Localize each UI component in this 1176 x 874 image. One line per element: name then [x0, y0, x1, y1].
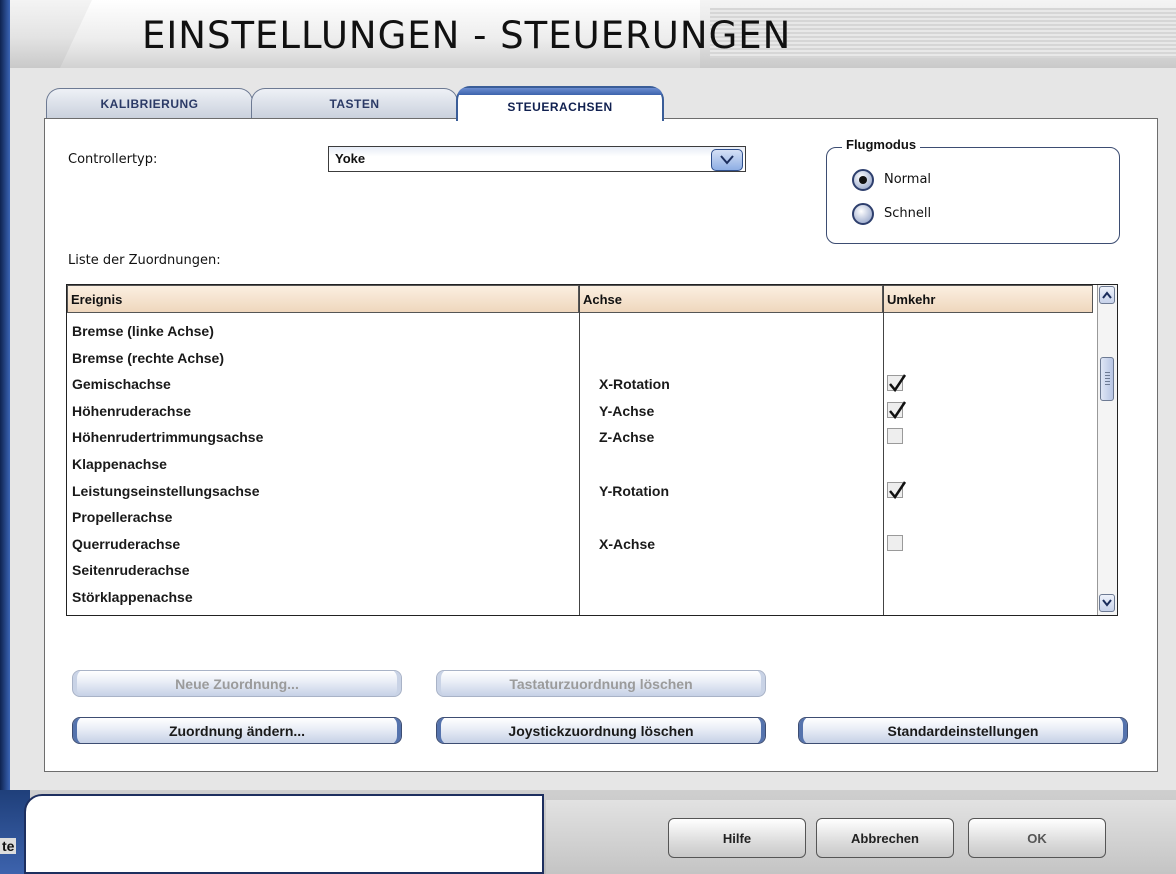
checkmark-icon [889, 401, 907, 419]
window-title: EINSTELLUNGEN - STEUERUNGEN [142, 14, 792, 57]
event-cell: Leistungseinstellungsachse [72, 482, 260, 499]
taskbar-text-fragment: te [0, 838, 17, 854]
change-mapping-button[interactable]: Zuordnung ändern... [72, 717, 402, 744]
defaults-button[interactable]: Standardeinstellungen [798, 717, 1128, 744]
axis-cell: X-Rotation [599, 376, 670, 393]
event-cell: Bremse (rechte Achse) [72, 349, 224, 366]
mapping-table: Ereignis Achse Umkehr Bremse (linke Achs… [66, 284, 1118, 616]
new-mapping-button[interactable]: Neue Zuordnung... [72, 670, 402, 697]
table-row[interactable]: Höhenruderachse Y-Achse [67, 399, 1097, 425]
axis-cell: Z-Achse [599, 429, 655, 446]
radio-normal[interactable] [852, 169, 874, 191]
controller-type-value: Yoke [335, 151, 366, 166]
event-cell: Querruderachse [72, 535, 181, 552]
cancel-button[interactable]: Abbrechen [816, 818, 954, 858]
table-row[interactable]: Leistungseinstellungsachse Y-Rotation [67, 479, 1097, 505]
column-header-achse[interactable]: Achse [579, 285, 883, 313]
scroll-down-button[interactable] [1099, 594, 1115, 612]
table-row[interactable]: Störklappenachse [67, 585, 1097, 611]
column-header-umkehr[interactable]: Umkehr [883, 285, 1093, 313]
event-cell: Störklappenachse [72, 589, 193, 605]
event-cell: Höhenrudertrimmungsachse [72, 429, 264, 446]
axis-cell: Y-Rotation [599, 482, 669, 499]
table-row[interactable]: Bremse (linke Achse) [67, 319, 1097, 345]
event-cell: Bremse (linke Achse) [72, 323, 214, 339]
reverse-checkbox[interactable] [887, 401, 907, 419]
table-row[interactable]: Bremse (rechte Achse) [67, 346, 1097, 372]
delete-key-mapping-button[interactable]: Tastaturzuordnung löschen [436, 670, 766, 697]
table-header: Ereignis Achse Umkehr [67, 285, 1097, 313]
chevron-down-icon [1102, 599, 1112, 607]
radio-selected-dot [859, 176, 867, 184]
event-cell: Seitenruderachse [72, 562, 190, 579]
checkmark-icon [889, 374, 907, 393]
table-row[interactable]: Seitenruderachse [67, 558, 1097, 584]
window-left-edge [0, 0, 10, 874]
axis-cell: Y-Achse [599, 402, 655, 419]
flight-mode-title: Flugmodus [842, 137, 921, 152]
footer-tab [24, 794, 544, 874]
table-row[interactable]: Querruderachse X-Achse [67, 532, 1097, 558]
reverse-checkbox[interactable] [887, 480, 907, 499]
table-row[interactable]: Höhenrudertrimmungsachse Z-Achse [67, 425, 1097, 451]
scroll-thumb[interactable] [1100, 357, 1114, 401]
help-button[interactable]: Hilfe [668, 818, 806, 858]
table-row[interactable]: Gemischachse X-Rotation [67, 372, 1097, 398]
mapping-list-label: Liste der Zuordnungen: [68, 253, 221, 268]
table-row[interactable]: Propellerachse [67, 505, 1097, 531]
chevron-up-icon [1102, 291, 1112, 299]
tab-steuerachsen-label: STEUERACHSEN [507, 99, 613, 114]
event-cell: Höhenruderachse [72, 402, 192, 419]
event-cell: Propellerachse [72, 509, 173, 526]
radio-schnell[interactable] [852, 203, 874, 225]
controller-type-label: Controllertyp: [68, 152, 158, 167]
event-cell: Gemischachse [72, 376, 171, 393]
tab-steuerachsen[interactable]: STEUERACHSEN [456, 86, 664, 121]
reverse-checkbox[interactable] [887, 374, 907, 393]
scroll-up-button[interactable] [1099, 286, 1115, 304]
controller-type-select[interactable]: Yoke [328, 146, 746, 172]
delete-joystick-mapping-button[interactable]: Joystickzuordnung löschen [436, 717, 766, 744]
checkmark-icon [889, 480, 907, 499]
vertical-scrollbar[interactable] [1097, 285, 1117, 615]
chevron-down-icon[interactable] [711, 149, 743, 171]
ok-button[interactable]: OK [968, 818, 1106, 858]
reverse-checkbox[interactable] [887, 428, 903, 445]
tab-kalibrierung[interactable]: KALIBRIERUNG [46, 88, 253, 119]
axis-cell: X-Achse [599, 535, 656, 552]
reverse-checkbox[interactable] [887, 534, 903, 551]
event-cell: Klappenachse [72, 456, 167, 472]
radio-schnell-label[interactable]: Schnell [884, 206, 931, 221]
table-row[interactable]: Klappenachse [67, 452, 1097, 478]
radio-normal-label[interactable]: Normal [884, 172, 931, 187]
flight-mode-group [826, 147, 1120, 244]
column-header-ereignis[interactable]: Ereignis [67, 285, 579, 313]
tab-tasten[interactable]: TASTEN [251, 88, 458, 119]
